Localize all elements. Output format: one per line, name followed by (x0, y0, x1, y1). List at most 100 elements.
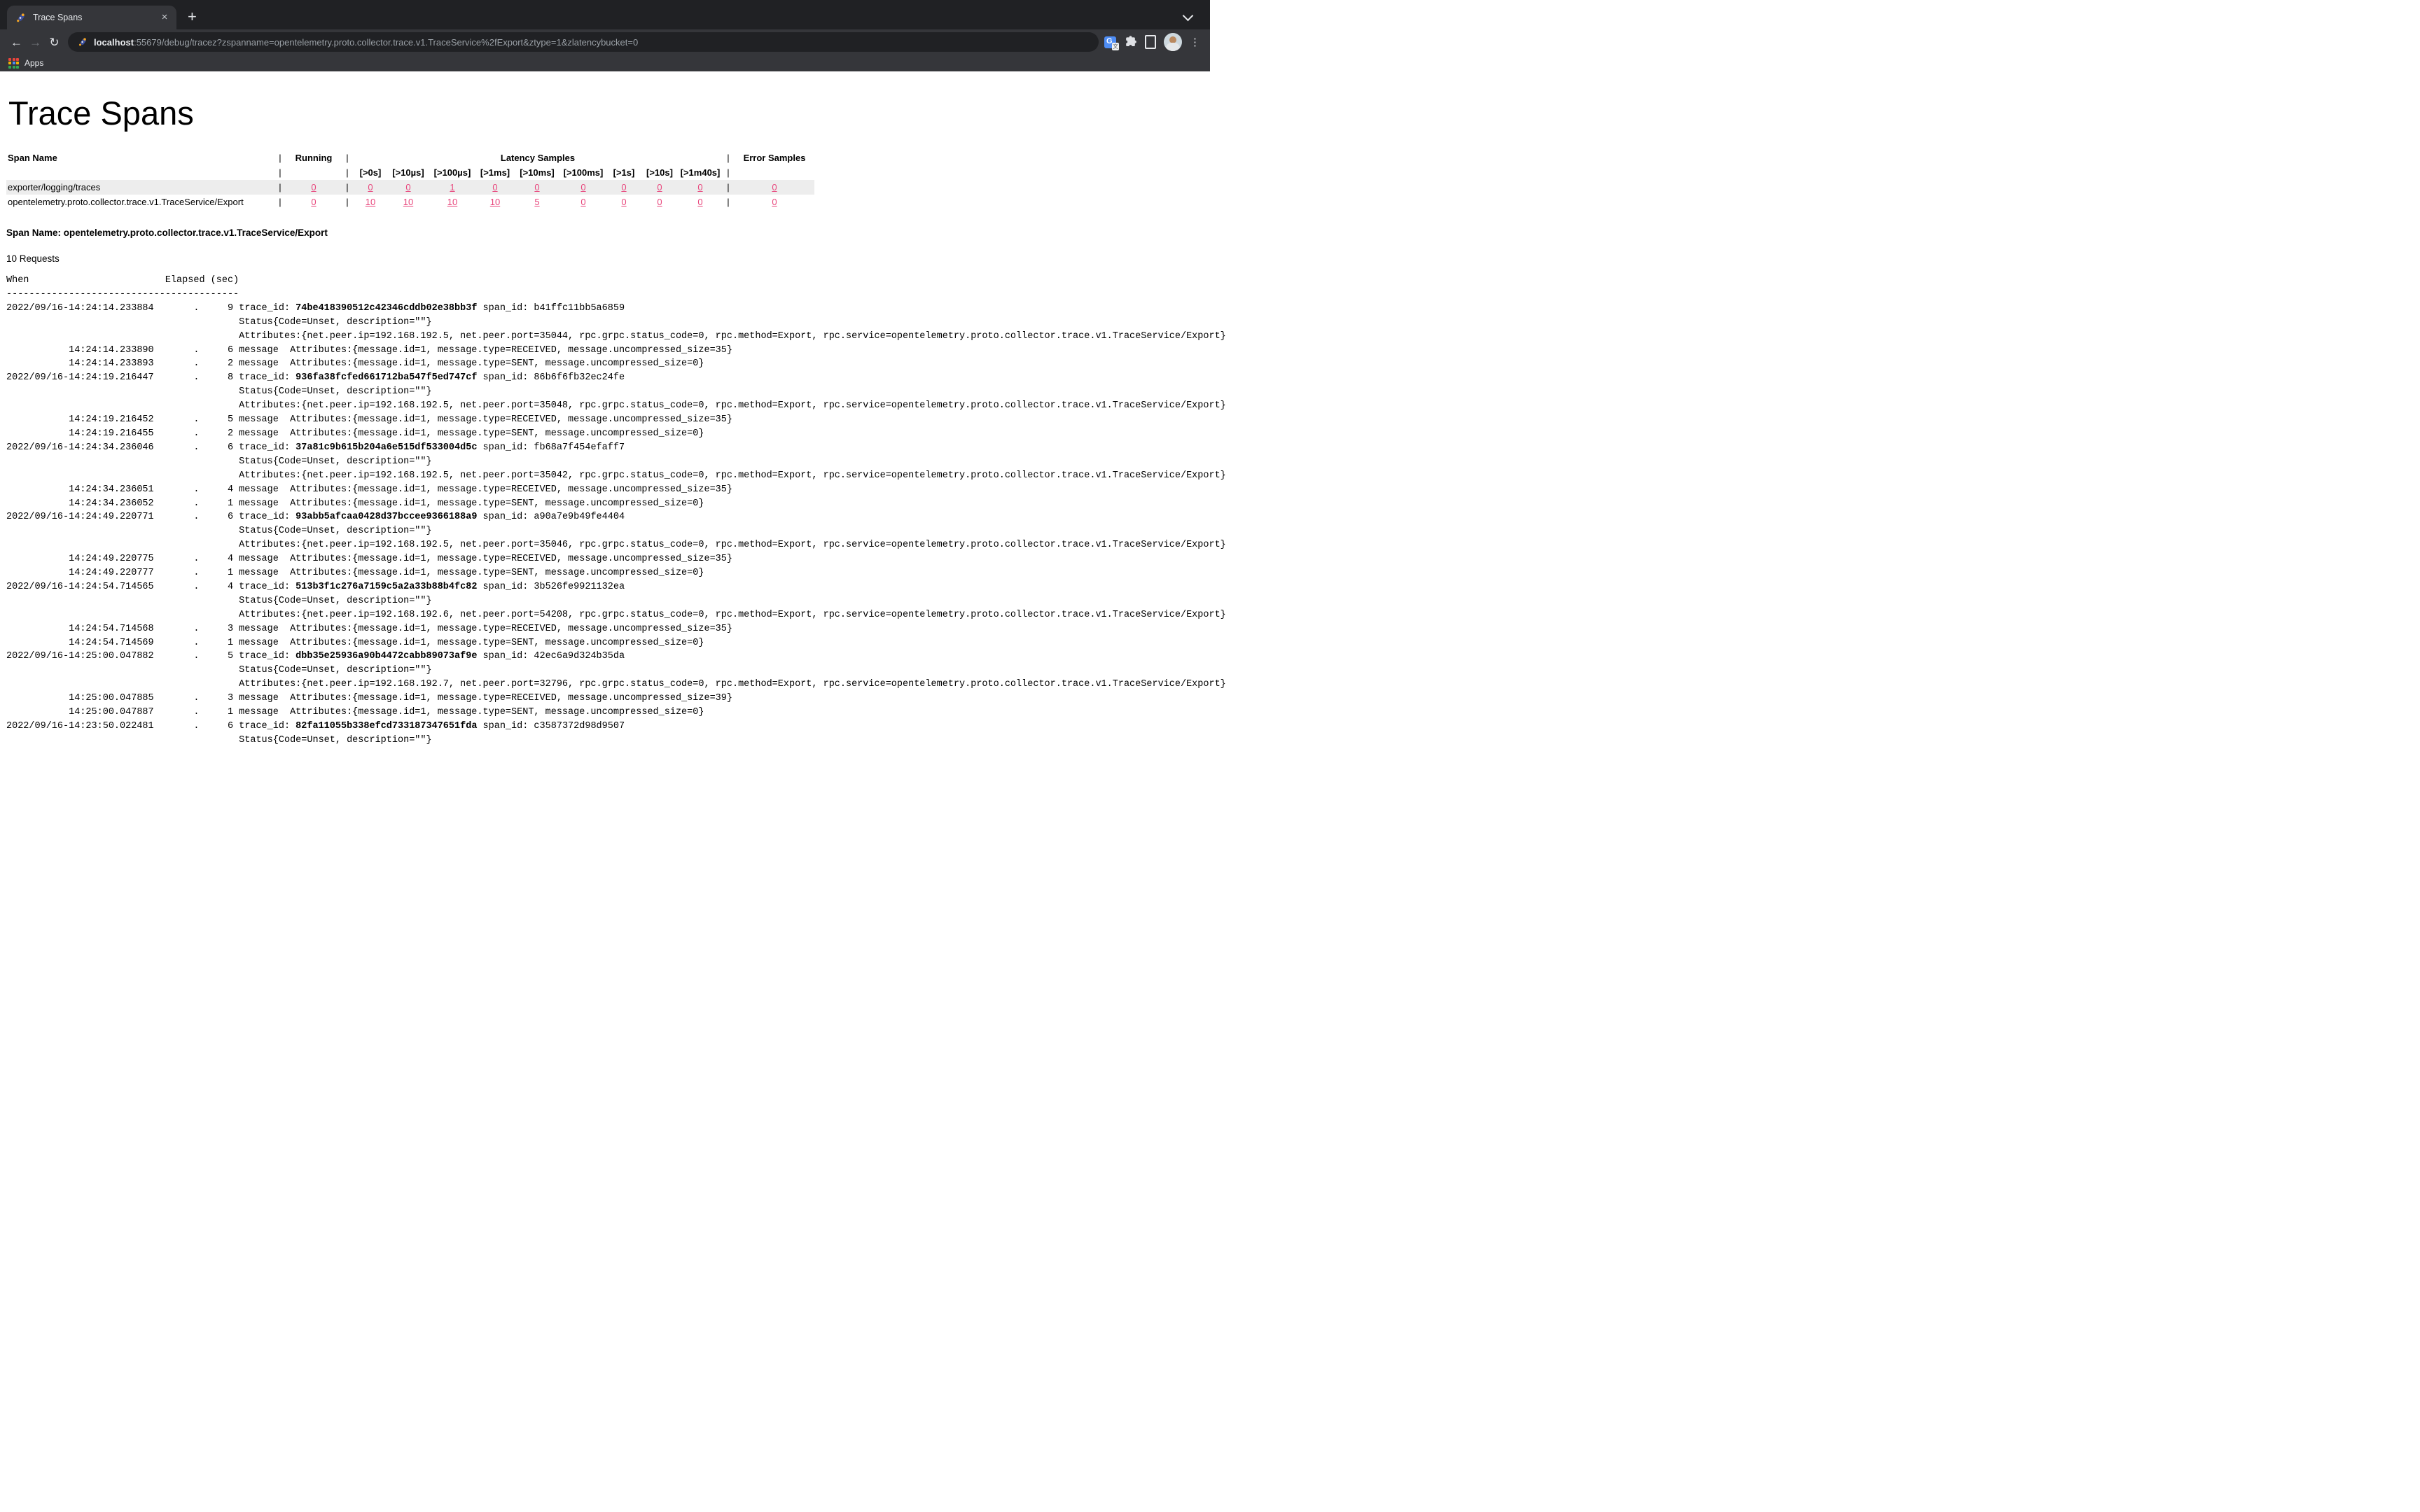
latency-bucket-count-link[interactable]: 0 (621, 182, 626, 192)
latency-bucket-count-link[interactable]: 5 (534, 197, 539, 207)
latency-bucket-count: 10 (354, 195, 387, 209)
running-count: 0 (286, 195, 341, 209)
latency-bucket-count-link[interactable]: 0 (368, 182, 373, 192)
bucket-header: [>10ms] (515, 165, 559, 180)
separator: | (274, 165, 286, 180)
latency-bucket-count-link[interactable]: 0 (534, 182, 539, 192)
reload-button[interactable]: ↻ (45, 33, 64, 52)
separator: | (274, 180, 286, 195)
table-row: opentelemetry.proto.collector.trace.v1.T… (6, 195, 814, 209)
separator: | (341, 165, 354, 180)
running-count-link[interactable]: 0 (311, 182, 316, 192)
menu-kebab-icon[interactable]: ⋮ (1190, 37, 1200, 48)
toolbar: ← → ↻ localhost:55679/debug/tracez?zspan… (0, 29, 1210, 55)
latency-bucket-count-link[interactable]: 0 (657, 197, 662, 207)
latency-bucket-count-link[interactable]: 0 (580, 197, 585, 207)
separator: | (274, 195, 286, 209)
forward-button[interactable]: → (26, 33, 45, 52)
table-row: exporter/logging/traces|0|001000000|0 (6, 180, 814, 195)
table-cell (6, 165, 274, 180)
toolbar-icons: G 文 ⋮ (1104, 33, 1203, 51)
separator: | (341, 150, 354, 165)
separator: | (722, 165, 735, 180)
latency-bucket-count: 0 (387, 180, 429, 195)
latency-bucket-count-link[interactable]: 0 (405, 182, 410, 192)
latency-bucket-count: 0 (679, 180, 722, 195)
translate-icon[interactable]: G 文 (1104, 36, 1116, 48)
latency-bucket-count: 0 (354, 180, 387, 195)
latency-bucket-count-link[interactable]: 0 (697, 182, 702, 192)
error-count: 0 (735, 180, 814, 195)
latency-bucket-count: 0 (559, 195, 607, 209)
table-cell (286, 165, 341, 180)
latency-bucket-count: 10 (429, 195, 475, 209)
separator: | (722, 150, 735, 165)
bucket-header: [>100ms] (559, 165, 607, 180)
address-bar[interactable]: localhost:55679/debug/tracez?zspanname=o… (68, 32, 1099, 52)
tab-strip: Trace Spans × + (0, 0, 1210, 29)
latency-bucket-count-link[interactable]: 0 (580, 182, 585, 192)
latency-bucket-count: 0 (607, 195, 641, 209)
request-count: 10 Requests (6, 253, 1210, 264)
avatar[interactable] (1164, 33, 1182, 51)
running-count: 0 (286, 180, 341, 195)
separator: | (274, 150, 286, 165)
table-row: Span Name|Running|Latency Samples|Error … (6, 150, 814, 165)
url-path: :55679/debug/tracez?zspanname=openteleme… (134, 37, 638, 48)
side-panel-icon[interactable] (1145, 35, 1156, 49)
span-name-cell: opentelemetry.proto.collector.trace.v1.T… (6, 195, 274, 209)
page-content: Trace Spans Span Name|Running|Latency Sa… (0, 94, 1210, 748)
tab-title: Trace Spans (33, 13, 158, 22)
extensions-icon[interactable] (1124, 36, 1137, 49)
latency-bucket-count: 0 (607, 180, 641, 195)
span-name-header: Span Name (6, 150, 274, 165)
bucket-header: [>0s] (354, 165, 387, 180)
latency-bucket-count: 0 (679, 195, 722, 209)
latency-bucket-count-link[interactable]: 10 (447, 197, 457, 207)
span-name-cell: exporter/logging/traces (6, 180, 274, 195)
apps-grid-icon (8, 58, 19, 69)
new-tab-button[interactable]: + (188, 10, 197, 24)
running-header: Running (286, 150, 341, 165)
error-count-link[interactable]: 0 (772, 197, 777, 207)
back-button[interactable]: ← (7, 33, 26, 52)
span-name-heading: Span Name: opentelemetry.proto.collector… (6, 227, 1210, 238)
bookmarks-bar: Apps (0, 55, 1210, 71)
chevron-down-icon[interactable] (1183, 10, 1194, 22)
separator: | (722, 195, 735, 209)
site-favicon-icon (78, 37, 88, 47)
samples-table: Span Name|Running|Latency Samples|Error … (6, 150, 814, 209)
close-icon[interactable]: × (158, 11, 171, 24)
latency-bucket-count-link[interactable]: 0 (492, 182, 497, 192)
table-row: ||[>0s][>10µs][>100µs][>1ms][>10ms][>100… (6, 165, 814, 180)
requests-log: When Elapsed (sec) ---------------------… (6, 274, 1210, 748)
latency-bucket-count: 10 (387, 195, 429, 209)
error-samples-header: Error Samples (735, 150, 814, 165)
page-title: Trace Spans (8, 94, 1210, 132)
latency-bucket-count-link[interactable]: 1 (450, 182, 454, 192)
url-text: localhost:55679/debug/tracez?zspanname=o… (94, 37, 638, 48)
apps-bookmark[interactable]: Apps (25, 58, 43, 68)
latency-bucket-count-link[interactable]: 0 (657, 182, 662, 192)
latency-bucket-count: 5 (515, 195, 559, 209)
browser-tab[interactable]: Trace Spans × (7, 6, 176, 29)
bucket-header: [>1ms] (475, 165, 515, 180)
bucket-header: [>100µs] (429, 165, 475, 180)
latency-bucket-count: 10 (475, 195, 515, 209)
latency-samples-header: Latency Samples (354, 150, 722, 165)
bucket-header: [>10µs] (387, 165, 429, 180)
url-host: localhost (94, 37, 134, 48)
latency-bucket-count: 1 (429, 180, 475, 195)
latency-bucket-count: 0 (515, 180, 559, 195)
separator: | (341, 195, 354, 209)
latency-bucket-count-link[interactable]: 0 (697, 197, 702, 207)
error-count-link[interactable]: 0 (772, 182, 777, 192)
latency-bucket-count-link[interactable]: 10 (366, 197, 375, 207)
separator: | (341, 180, 354, 195)
latency-bucket-count-link[interactable]: 10 (403, 197, 413, 207)
latency-bucket-count-link[interactable]: 10 (490, 197, 500, 207)
latency-bucket-count-link[interactable]: 0 (621, 197, 626, 207)
site-favicon-icon (15, 13, 26, 23)
bucket-header: [>1s] (607, 165, 641, 180)
running-count-link[interactable]: 0 (311, 197, 316, 207)
